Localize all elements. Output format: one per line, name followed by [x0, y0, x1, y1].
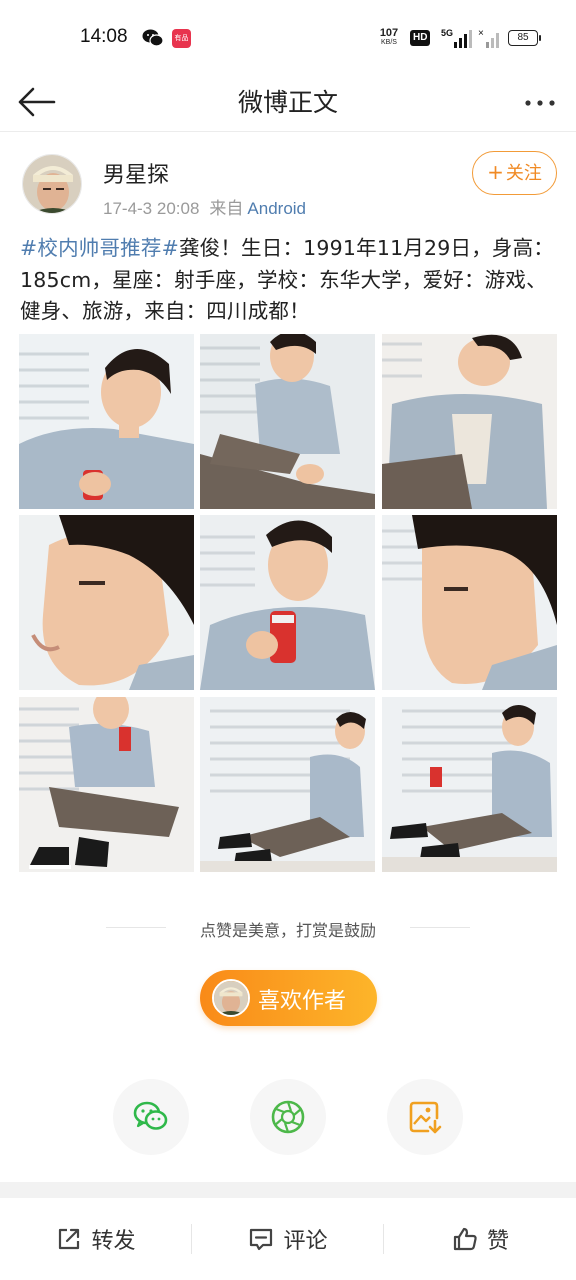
- page-title: 微博正文: [237, 88, 338, 117]
- signal-2-icon: ×: [478, 28, 499, 48]
- wechat-icon: [133, 1101, 168, 1130]
- photo-3[interactable]: [382, 334, 557, 509]
- author-avatar[interactable]: [22, 154, 82, 214]
- share-moments-button[interactable]: [250, 1079, 326, 1155]
- repost-button[interactable]: 转发: [0, 1198, 191, 1280]
- photo-5[interactable]: [200, 515, 375, 690]
- follow-button[interactable]: + 关注: [472, 151, 557, 195]
- plus-icon: +: [487, 160, 504, 184]
- hd-badge: HD: [410, 30, 431, 46]
- svg-text:×: ×: [478, 28, 484, 39]
- svg-text:5G: 5G: [441, 28, 453, 38]
- hashtag-link[interactable]: #校内帅哥推荐#: [20, 236, 179, 260]
- like-author-button[interactable]: 喜欢作者: [200, 970, 377, 1026]
- photo-2[interactable]: [200, 334, 375, 509]
- save-image-icon: [409, 1101, 442, 1134]
- author-avatar-small: [212, 979, 250, 1017]
- photo-4[interactable]: [19, 515, 194, 690]
- repost-icon: [59, 1228, 80, 1250]
- battery-icon: 85: [508, 30, 541, 46]
- moments-icon: [271, 1100, 305, 1134]
- reward-text: 点赞是美意，打赏是鼓励: [199, 921, 376, 940]
- comment-label: 评论: [283, 1229, 328, 1254]
- post-text: #校内帅哥推荐#龚俊！生日：1991年11月29日，身高：185cm，星座：射手…: [20, 233, 556, 328]
- status-time: 14:08: [80, 26, 128, 47]
- photo-9[interactable]: [382, 697, 557, 872]
- photo-7[interactable]: [19, 697, 194, 872]
- net-speed-value: 107: [379, 27, 399, 39]
- more-dots-icon[interactable]: [518, 82, 562, 122]
- author-name[interactable]: 男星探: [103, 157, 169, 189]
- like-label: 赞: [486, 1229, 509, 1254]
- photo-1[interactable]: [19, 334, 194, 509]
- status-bar: 14:08 有品 107 KB/S HD 5G × 85: [0, 0, 576, 76]
- top-nav: 微博正文: [0, 76, 576, 132]
- net-speed: 107 KB/S: [376, 27, 402, 47]
- post-timestamp: 17-4-3 20:08: [103, 199, 200, 218]
- wechat-notification-icon: [142, 29, 164, 47]
- photo-6[interactable]: [382, 515, 557, 690]
- net-speed-unit: KB/S: [381, 39, 397, 46]
- post-meta: 17-4-3 20:08 来自 Android: [103, 194, 306, 219]
- photo-8[interactable]: [200, 697, 375, 872]
- thumbs-up-icon: [453, 1227, 477, 1251]
- save-image-button[interactable]: [387, 1079, 463, 1155]
- comment-icon: [250, 1228, 273, 1251]
- app-notification-icon: 有品: [172, 29, 191, 48]
- photo-grid: [19, 334, 557, 872]
- signal-5g-icon: 5G: [441, 28, 472, 48]
- like-button[interactable]: 赞: [384, 1198, 576, 1280]
- bottom-action-bar: 转发 评论 赞: [0, 1198, 576, 1280]
- like-author-label: 喜欢作者: [258, 989, 347, 1014]
- follow-label: 关注: [505, 163, 542, 184]
- post-from-label: 来自: [209, 199, 244, 218]
- repost-label: 转发: [91, 1229, 136, 1254]
- share-wechat-button[interactable]: [113, 1079, 189, 1155]
- comment-button[interactable]: 评论: [192, 1198, 383, 1280]
- divider-line: [410, 927, 470, 928]
- post-source[interactable]: Android: [247, 199, 306, 218]
- section-gap: [0, 1182, 576, 1198]
